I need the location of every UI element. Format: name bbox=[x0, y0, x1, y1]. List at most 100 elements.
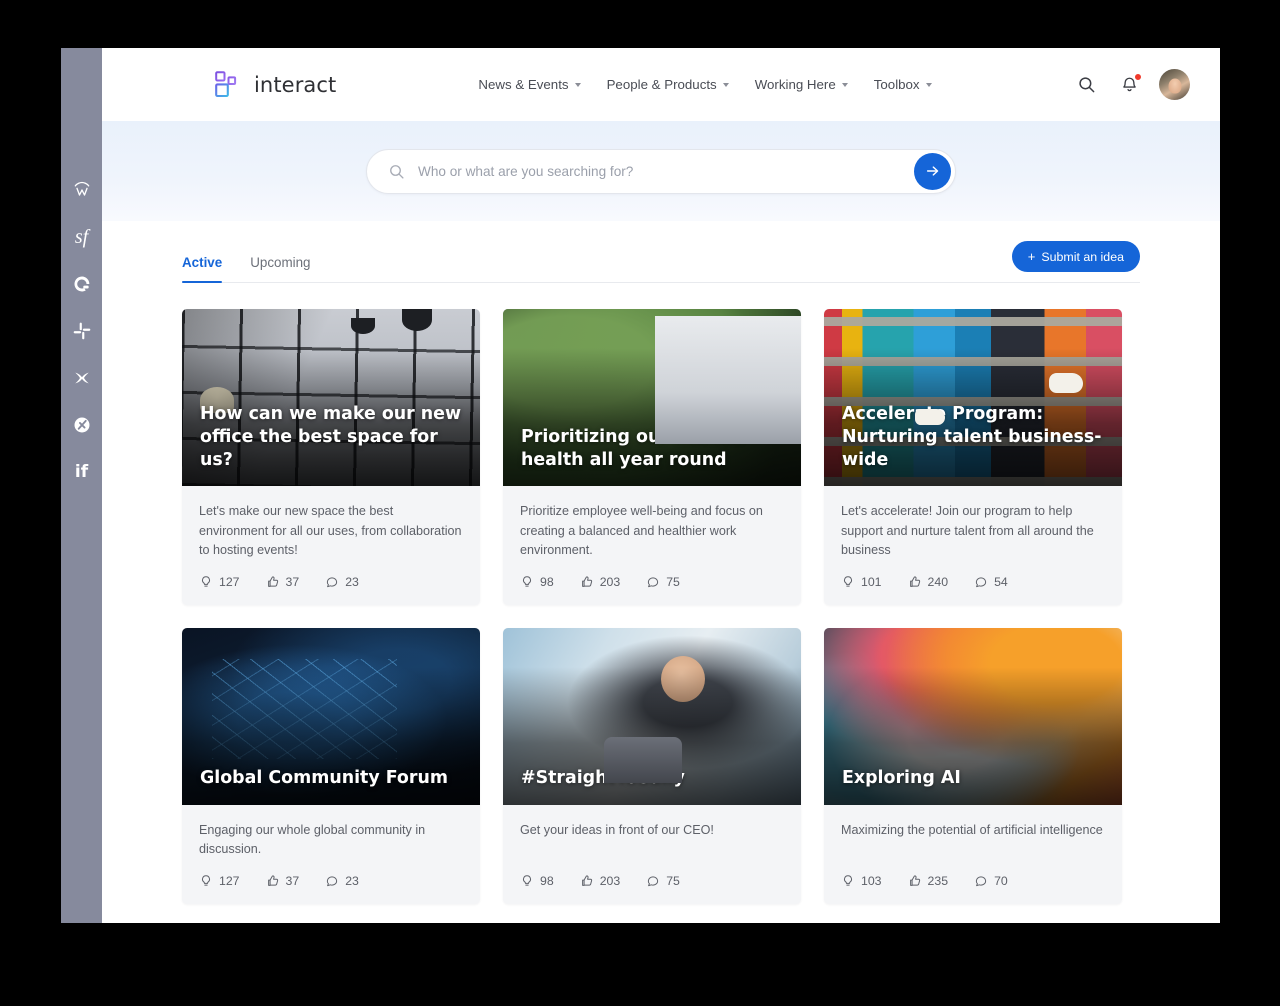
card-image-network-map: Global Community Forum bbox=[182, 628, 480, 805]
x-circle-app-icon[interactable] bbox=[68, 411, 96, 439]
screen-background: sf bbox=[0, 0, 1280, 1006]
stat-value: 127 bbox=[219, 874, 240, 888]
card-title: #StraightToSally bbox=[521, 767, 785, 790]
search-input[interactable] bbox=[418, 164, 914, 179]
nav-label: Working Here bbox=[755, 77, 836, 92]
submit-idea-label: Submit an idea bbox=[1041, 250, 1124, 264]
card-image-office-interior: How can we make our new office the best … bbox=[182, 309, 480, 486]
card-title: Exploring AI bbox=[842, 767, 1106, 790]
idea-card[interactable]: Prioritizing our mental health all year … bbox=[503, 309, 801, 605]
stat-ideas[interactable]: 98 bbox=[520, 575, 554, 589]
card-stats: 127 37 bbox=[182, 561, 480, 605]
stat-comments[interactable]: 75 bbox=[646, 874, 680, 888]
card-stats: 103 235 bbox=[824, 860, 1122, 904]
ideas-grid: How can we make our new office the best … bbox=[182, 283, 1140, 904]
app-rail: sf bbox=[61, 48, 102, 923]
card-description: Let's make our new space the best enviro… bbox=[199, 502, 463, 561]
idea-card[interactable]: How can we make our new office the best … bbox=[182, 309, 480, 605]
avatar[interactable] bbox=[1159, 69, 1190, 100]
stat-comments[interactable]: 54 bbox=[974, 575, 1008, 589]
idea-card[interactable]: Global Community Forum Engaging our whol… bbox=[182, 628, 480, 904]
card-body: Engaging our whole global community in d… bbox=[182, 805, 480, 860]
card-image-green-leaves: Prioritizing our mental health all year … bbox=[503, 309, 801, 486]
stat-value: 101 bbox=[861, 575, 882, 589]
stat-value: 98 bbox=[540, 575, 554, 589]
page-content: interact News & Events People & Products… bbox=[102, 48, 1220, 923]
browser-window: sf bbox=[61, 48, 1220, 923]
idea-card[interactable]: Accelerate Program: Nurturing talent bus… bbox=[824, 309, 1122, 605]
card-stats: 101 240 bbox=[824, 561, 1122, 605]
nav-item-news-events[interactable]: News & Events bbox=[478, 77, 580, 92]
nav-item-working-here[interactable]: Working Here bbox=[755, 77, 848, 92]
tab-upcoming[interactable]: Upcoming bbox=[250, 255, 310, 282]
card-description: Prioritize employee well-being and focus… bbox=[520, 502, 784, 561]
if-app-icon[interactable]: if bbox=[68, 458, 96, 486]
card-stats: 98 203 bbox=[503, 561, 801, 605]
stat-value: 37 bbox=[286, 575, 300, 589]
stat-ideas[interactable]: 127 bbox=[199, 575, 240, 589]
card-description: Maximizing the potential of artificial i… bbox=[841, 821, 1105, 841]
ideas-toolbar: Active Upcoming + Submit an idea bbox=[182, 221, 1140, 283]
plus-icon: + bbox=[1028, 250, 1036, 263]
stat-value: 75 bbox=[666, 874, 680, 888]
slack-icon[interactable] bbox=[68, 317, 96, 345]
card-body: Maximizing the potential of artificial i… bbox=[824, 805, 1122, 860]
chevron-down-icon bbox=[926, 83, 932, 87]
stat-comments[interactable]: 75 bbox=[646, 575, 680, 589]
stat-likes[interactable]: 37 bbox=[266, 874, 300, 888]
card-image-abstract-waves: Exploring AI bbox=[824, 628, 1122, 805]
stat-likes[interactable]: 235 bbox=[908, 874, 949, 888]
idea-card[interactable]: Exploring AI Maximizing the potential of… bbox=[824, 628, 1122, 904]
x-app-icon[interactable] bbox=[68, 364, 96, 392]
stat-likes[interactable]: 203 bbox=[580, 575, 621, 589]
search-icon[interactable] bbox=[1073, 72, 1099, 98]
stat-ideas[interactable]: 127 bbox=[199, 874, 240, 888]
salesforce-icon[interactable]: sf bbox=[68, 223, 96, 251]
nav-label: People & Products bbox=[607, 77, 717, 92]
stat-likes[interactable]: 240 bbox=[908, 575, 949, 589]
notification-badge bbox=[1134, 73, 1142, 81]
brand-name: interact bbox=[254, 73, 336, 97]
card-body: Let's accelerate! Join our program to he… bbox=[824, 486, 1122, 561]
card-description: Let's accelerate! Join our program to he… bbox=[841, 502, 1105, 561]
site-header: interact News & Events People & Products… bbox=[102, 48, 1220, 121]
header-actions bbox=[1073, 69, 1190, 100]
stat-likes[interactable]: 203 bbox=[580, 874, 621, 888]
stat-value: 240 bbox=[928, 575, 949, 589]
stat-comments[interactable]: 23 bbox=[325, 874, 359, 888]
submit-idea-button[interactable]: + Submit an idea bbox=[1012, 241, 1140, 272]
brand-logo-group[interactable]: interact bbox=[213, 70, 336, 100]
interact-logo-icon bbox=[213, 70, 243, 100]
nav-item-people-products[interactable]: People & Products bbox=[607, 77, 729, 92]
stat-value: 235 bbox=[928, 874, 949, 888]
stat-comments[interactable]: 70 bbox=[974, 874, 1008, 888]
search-submit-button[interactable] bbox=[914, 153, 951, 190]
card-image-speaker-presenting: #StraightToSally bbox=[503, 628, 801, 805]
stat-likes[interactable]: 37 bbox=[266, 575, 300, 589]
circle-app-icon[interactable] bbox=[68, 270, 96, 298]
bell-icon[interactable] bbox=[1116, 72, 1142, 98]
nav-item-toolbox[interactable]: Toolbox bbox=[874, 77, 932, 92]
search-bar[interactable] bbox=[366, 149, 956, 194]
stat-value: 203 bbox=[600, 575, 621, 589]
idea-card[interactable]: #StraightToSally Get your ideas in front… bbox=[503, 628, 801, 904]
stat-value: 75 bbox=[666, 575, 680, 589]
card-title: Accelerate Program: Nurturing talent bus… bbox=[842, 403, 1106, 472]
stat-value: 54 bbox=[994, 575, 1008, 589]
stat-ideas[interactable]: 101 bbox=[841, 575, 882, 589]
view-more-container: View more bbox=[182, 904, 1140, 923]
stat-ideas[interactable]: 103 bbox=[841, 874, 882, 888]
stat-value: 23 bbox=[345, 575, 359, 589]
card-title: Prioritizing our mental health all year … bbox=[521, 426, 785, 472]
stat-value: 127 bbox=[219, 575, 240, 589]
nav-label: Toolbox bbox=[874, 77, 920, 92]
workday-icon[interactable] bbox=[68, 176, 96, 204]
stat-value: 203 bbox=[600, 874, 621, 888]
hero-search-banner bbox=[102, 121, 1220, 221]
stat-ideas[interactable]: 98 bbox=[520, 874, 554, 888]
stat-comments[interactable]: 23 bbox=[325, 575, 359, 589]
tab-active[interactable]: Active bbox=[182, 255, 222, 282]
chevron-down-icon bbox=[723, 83, 729, 87]
tab-list: Active Upcoming bbox=[182, 255, 311, 282]
card-title: How can we make our new office the best … bbox=[200, 403, 464, 472]
